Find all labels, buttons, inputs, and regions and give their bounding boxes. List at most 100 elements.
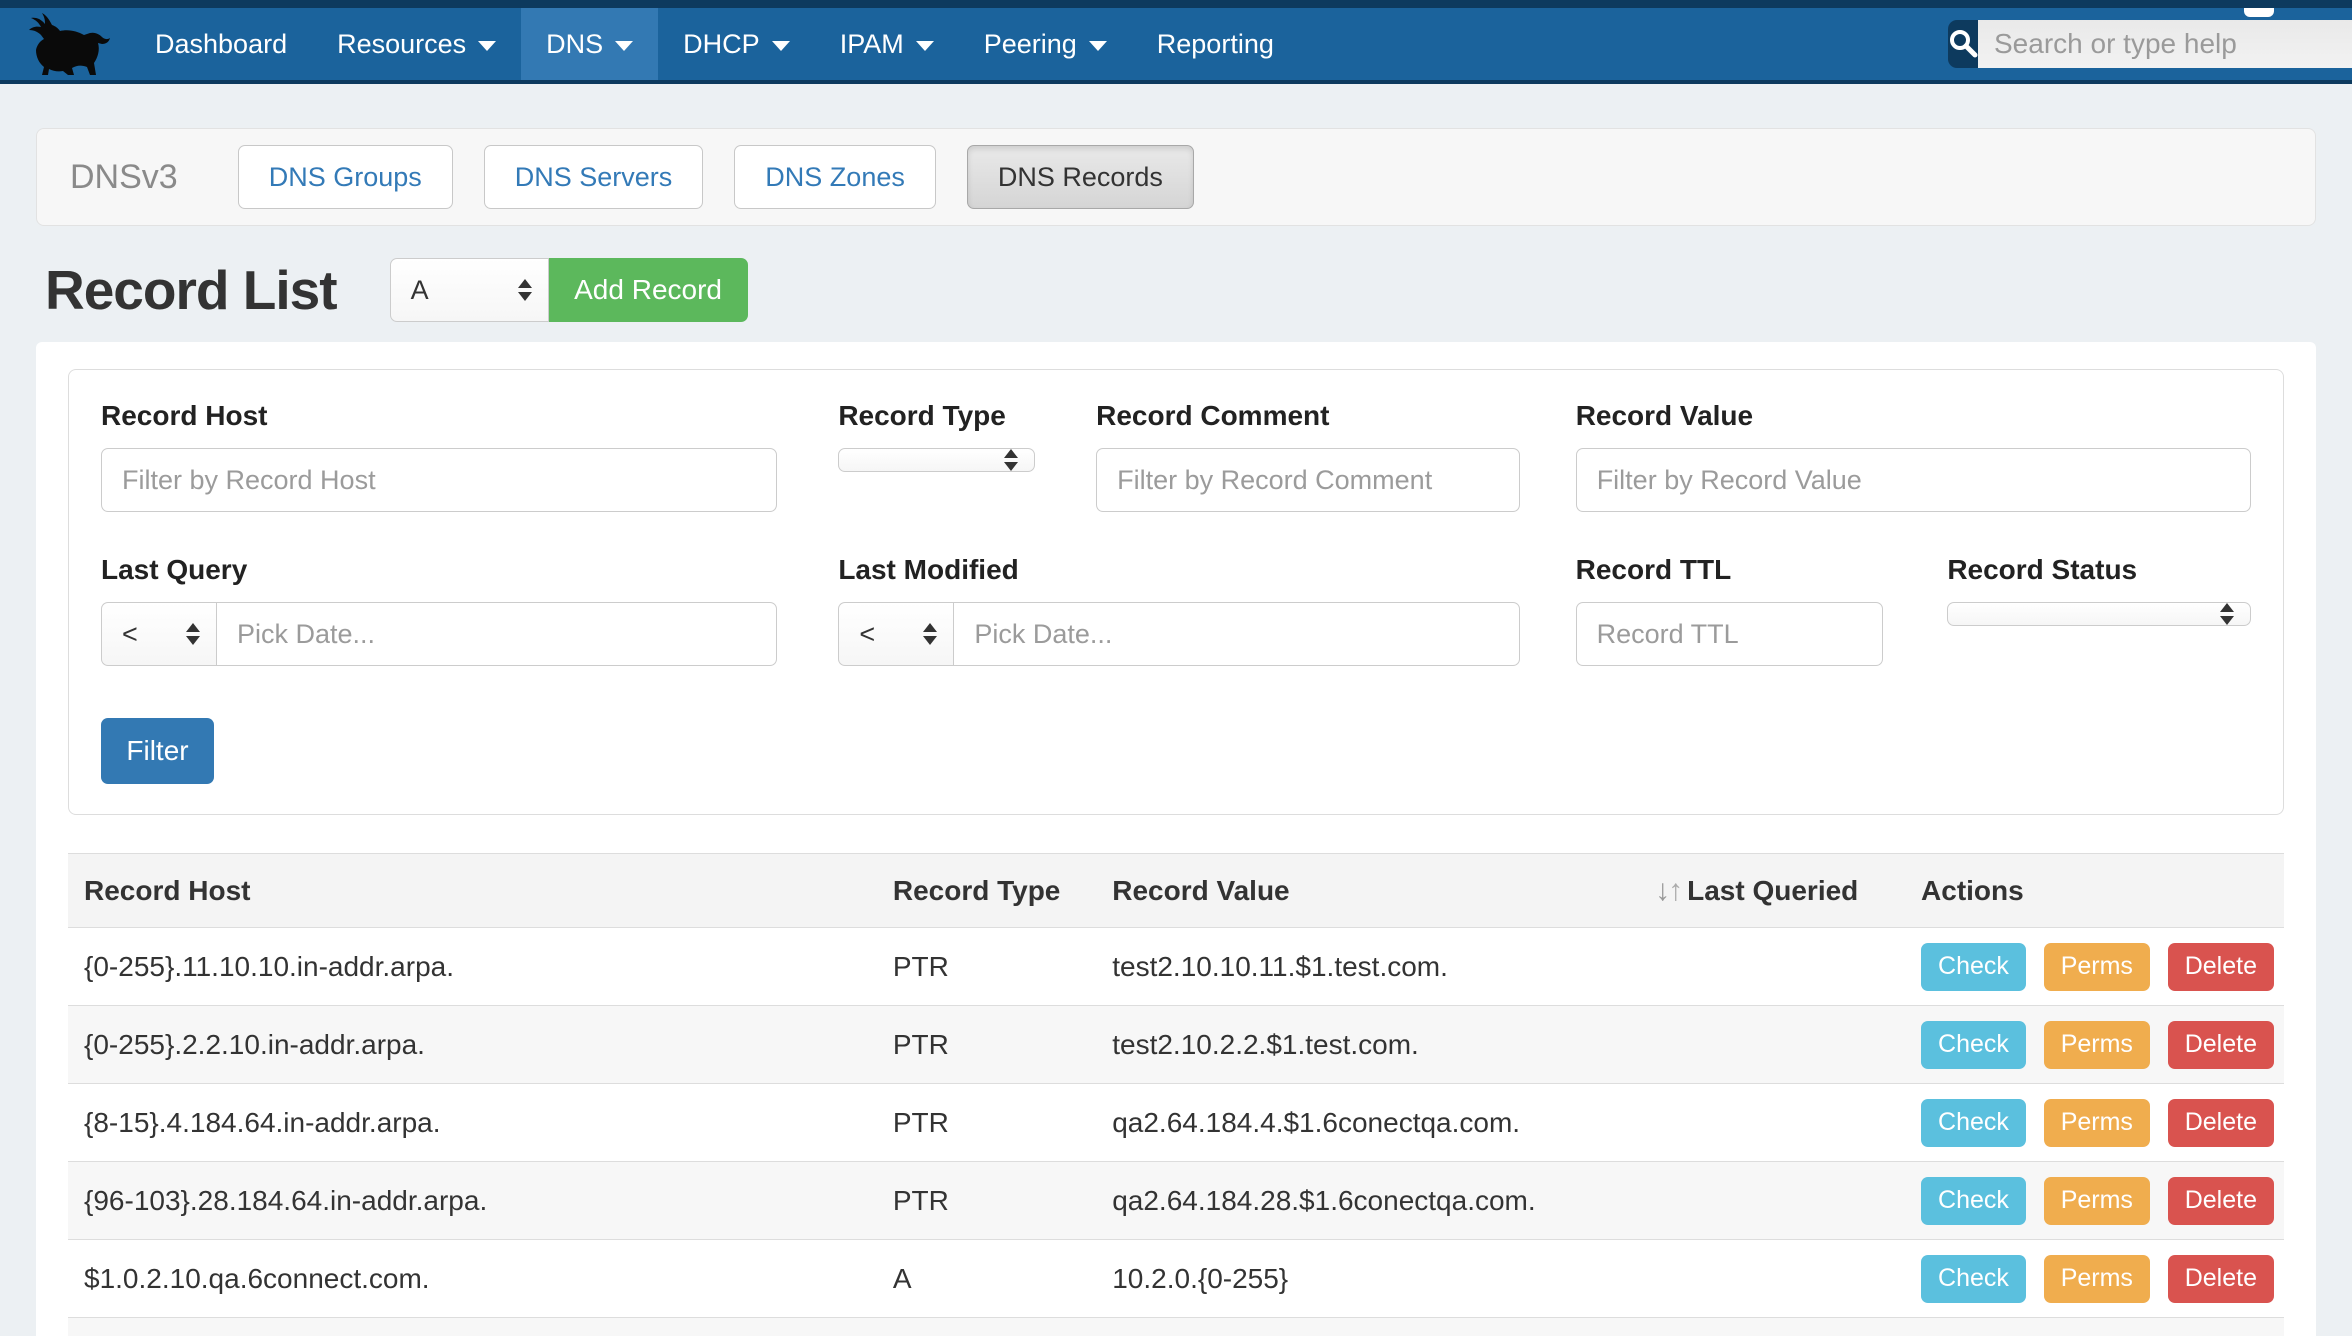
- last-query-label: Last Query: [101, 554, 777, 586]
- record-host-cell: {0-255}.11.10.10.in-addr.arpa.: [68, 928, 877, 1006]
- last-query-operator-select[interactable]: <: [101, 602, 216, 666]
- actions-cell: Check Perms Delete: [1905, 928, 2284, 1006]
- search-button[interactable]: [1948, 20, 1978, 68]
- record-status-label: Record Status: [1947, 554, 2251, 586]
- record-host-cell: $1.0.2.10.qa.6connect.com.: [68, 1240, 877, 1318]
- record-value-label: Record Value: [1576, 400, 2251, 432]
- nav-item-resources[interactable]: Resources: [312, 8, 521, 80]
- search-icon: [1948, 28, 1978, 61]
- record-host-cell: {8-15}.4.184.64.in-addr.arpa.: [68, 1084, 877, 1162]
- select-arrow-up-icon: [1004, 449, 1018, 458]
- perms-button[interactable]: Perms: [2044, 943, 2150, 991]
- record-type-filter-select[interactable]: [838, 448, 1035, 472]
- search-input[interactable]: [1978, 20, 2352, 68]
- actions-cell: Check Perms Delete: [1905, 1162, 2284, 1240]
- last-queried-cell: [1639, 1162, 1905, 1240]
- perms-button[interactable]: Perms: [2044, 1021, 2150, 1069]
- nav-label: Reporting: [1157, 29, 1274, 60]
- moose-logo-icon[interactable]: [18, 8, 118, 80]
- actions-cell: Check Perms Delete: [1905, 1240, 2284, 1318]
- caret-down-icon: [772, 41, 790, 51]
- last-queried-cell: [1639, 1006, 1905, 1084]
- last-modified-operator-select[interactable]: <: [838, 602, 953, 666]
- check-button[interactable]: Check: [1921, 1021, 2026, 1069]
- record-value-filter-input[interactable]: [1576, 448, 2251, 512]
- delete-button[interactable]: Delete: [2168, 1177, 2274, 1225]
- record-type-add-select[interactable]: A: [390, 258, 549, 322]
- select-arrow-up-icon: [923, 623, 937, 632]
- perms-button[interactable]: Perms: [2044, 1255, 2150, 1303]
- select-arrow-down-icon: [1004, 462, 1018, 471]
- dnsv3-title: DNSv3: [70, 158, 178, 197]
- last-queried-cell: [1639, 1084, 1905, 1162]
- nav-item-dashboard[interactable]: Dashboard: [130, 8, 312, 80]
- column-header-actions: Actions: [1905, 854, 2284, 928]
- nav-item-dns[interactable]: DNS: [521, 8, 658, 80]
- record-host-label: Record Host: [101, 400, 777, 432]
- table-row-partial: [68, 1318, 2284, 1336]
- record-ttl-label: Record TTL: [1576, 554, 1884, 586]
- select-arrow-down-icon: [2220, 616, 2234, 625]
- select-arrow-up-icon: [2220, 603, 2234, 612]
- record-list-header: Record List A Add Record: [45, 254, 2316, 326]
- nav-item-peering[interactable]: Peering: [959, 8, 1132, 80]
- perms-button[interactable]: Perms: [2044, 1099, 2150, 1147]
- column-header-record-host: Record Host: [68, 854, 877, 928]
- delete-button[interactable]: Delete: [2168, 943, 2274, 991]
- delete-button[interactable]: Delete: [2168, 1099, 2274, 1147]
- add-record-button[interactable]: Add Record: [549, 258, 748, 322]
- filter-submit-button[interactable]: Filter: [101, 718, 214, 784]
- select-arrow-down-icon: [186, 636, 200, 645]
- select-arrow-down-icon: [923, 636, 937, 645]
- last-query-date-input[interactable]: [216, 602, 777, 666]
- nav-item-ipam[interactable]: IPAM: [815, 8, 959, 80]
- check-button[interactable]: Check: [1921, 943, 2026, 991]
- nav-label: DHCP: [683, 29, 760, 60]
- nav-label: IPAM: [840, 29, 904, 60]
- tab-dns-groups[interactable]: DNS Groups: [238, 145, 453, 209]
- column-header-record-value: Record Value: [1096, 854, 1639, 928]
- add-record-group: A Add Record: [390, 258, 748, 322]
- perms-button[interactable]: Perms: [2044, 1177, 2150, 1225]
- table-row: {0-255}.2.2.10.in-addr.arpa. PTR test2.1…: [68, 1006, 2284, 1084]
- record-type-cell: PTR: [877, 928, 1096, 1006]
- sort-asc-icon: ↑: [1668, 874, 1681, 907]
- nav-item-dhcp[interactable]: DHCP: [658, 8, 815, 80]
- records-table: Record Host Record Type Record Value ↓↑L…: [68, 853, 2284, 1336]
- check-button[interactable]: Check: [1921, 1099, 2026, 1147]
- table-row: {96-103}.28.184.64.in-addr.arpa. PTR qa2…: [68, 1162, 2284, 1240]
- nav-label: DNS: [546, 29, 603, 60]
- record-status-filter-select[interactable]: [1947, 602, 2251, 626]
- record-ttl-filter-input[interactable]: [1576, 602, 1884, 666]
- tab-dns-servers[interactable]: DNS Servers: [484, 145, 704, 209]
- nav-item-reporting[interactable]: Reporting: [1132, 8, 1299, 80]
- record-host-filter-input[interactable]: [101, 448, 777, 512]
- page-title: Record List: [45, 258, 337, 322]
- select-arrow-up-icon: [186, 623, 200, 632]
- delete-button[interactable]: Delete: [2168, 1255, 2274, 1303]
- caret-down-icon: [1089, 41, 1107, 51]
- table-row: $1.0.2.10.qa.6connect.com. A 10.2.0.{0-2…: [68, 1240, 2284, 1318]
- record-type-cell: PTR: [877, 1006, 1096, 1084]
- column-label: Last Queried: [1687, 875, 1858, 906]
- nav-label: Resources: [337, 29, 466, 60]
- check-button[interactable]: Check: [1921, 1255, 2026, 1303]
- column-header-last-queried[interactable]: ↓↑Last Queried: [1639, 854, 1905, 928]
- nav-label: Peering: [984, 29, 1077, 60]
- delete-button[interactable]: Delete: [2168, 1021, 2274, 1069]
- selected-value: <: [122, 619, 138, 650]
- tab-dns-records[interactable]: DNS Records: [967, 145, 1194, 209]
- nav-label: Dashboard: [155, 29, 287, 60]
- last-modified-date-input[interactable]: [953, 602, 1519, 666]
- record-value-cell: 10.2.0.{0-255}: [1096, 1240, 1639, 1318]
- dnsv3-subnav-panel: DNSv3 DNS Groups DNS Servers DNS Zones D…: [36, 128, 2316, 226]
- caret-down-icon: [916, 41, 934, 51]
- record-host-cell: {0-255}.2.2.10.in-addr.arpa.: [68, 1006, 877, 1084]
- check-button[interactable]: Check: [1921, 1177, 2026, 1225]
- record-comment-filter-input[interactable]: [1096, 448, 1520, 512]
- record-comment-label: Record Comment: [1096, 400, 1520, 432]
- sort-desc-icon: ↓: [1655, 874, 1668, 907]
- tab-dns-zones[interactable]: DNS Zones: [734, 145, 936, 209]
- record-value-cell: test2.10.10.11.$1.test.com.: [1096, 928, 1639, 1006]
- top-navbar: Dashboard Resources DNS DHCP IPAM Peerin…: [0, 0, 2352, 84]
